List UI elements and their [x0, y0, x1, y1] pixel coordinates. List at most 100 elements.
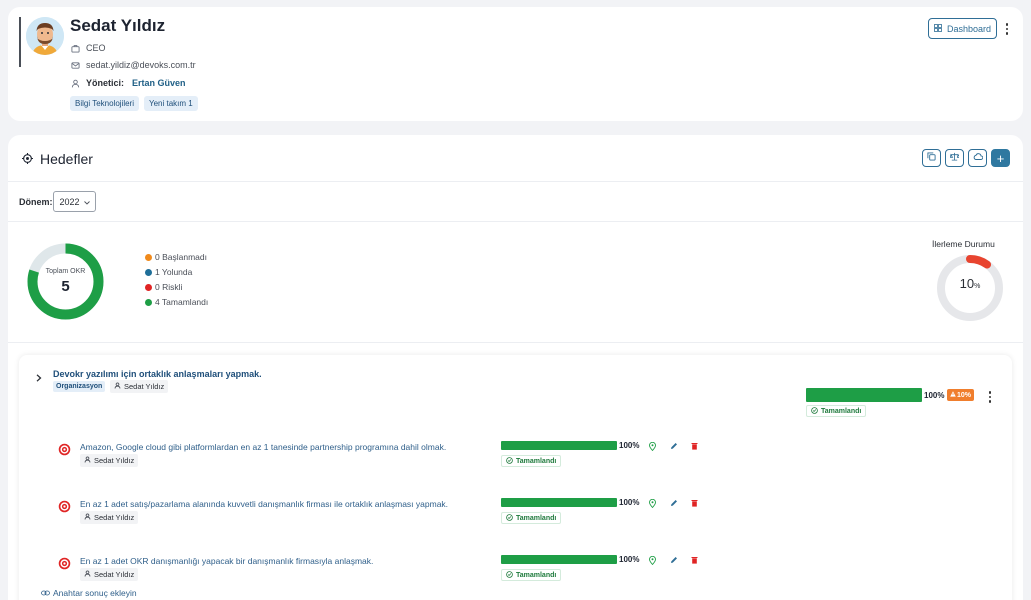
edit-icon[interactable]: [669, 555, 679, 565]
trash-icon[interactable]: [689, 498, 699, 508]
weight-button[interactable]: [945, 149, 964, 167]
legend-text: 4 Tamamlandı: [155, 297, 209, 307]
status-text: Tamamlandı: [821, 407, 862, 415]
user-icon: [114, 382, 121, 391]
user-icon: [84, 456, 91, 465]
team-tag[interactable]: Bilgi Teknolojileri: [70, 96, 139, 111]
target-icon: [22, 151, 33, 167]
grid-icon: [934, 23, 942, 34]
objective-progress-bar: [806, 388, 922, 402]
key-result-status-badge: Tamamlandı: [501, 512, 562, 524]
plus-label: +: [996, 150, 1005, 166]
key-result-status-badge: Tamamlandı: [501, 455, 562, 467]
legend-dot: [145, 253, 152, 261]
owner-name: Sedat Yıldız: [124, 382, 165, 391]
status-text: Tamamlandı: [516, 457, 557, 465]
key-result-title[interactable]: En az 1 adet satış/pazarlama alanında ku…: [80, 499, 448, 509]
location-icon[interactable]: [647, 498, 657, 508]
trash-icon[interactable]: [689, 441, 699, 451]
profile-name: Sedat Yıldız: [70, 16, 166, 35]
copy-button[interactable]: [922, 149, 941, 167]
donut-center: Toplam OKR 5: [27, 243, 104, 320]
key-result-progress-text: 100%: [619, 441, 640, 450]
check-circle-icon: [811, 406, 818, 416]
alert-icon: [950, 391, 956, 399]
gauge-value: 10%: [936, 276, 1004, 291]
objective-menu-icon[interactable]: [986, 391, 994, 403]
target-icon: [58, 500, 71, 513]
location-icon[interactable]: [647, 441, 657, 451]
status-text: Tamamlandı: [516, 571, 557, 579]
key-result-progress-bar: [501, 441, 617, 450]
profile-email[interactable]: sedat.yildiz@devoks.com.tr: [86, 60, 196, 70]
key-result-owner-chip: Sedat Yıldız: [80, 568, 139, 581]
manager-label: Yönetici:: [86, 78, 125, 88]
edit-icon[interactable]: [669, 498, 679, 508]
divider: [8, 221, 1023, 222]
period-value: 2022: [59, 196, 80, 207]
manager-name-link[interactable]: Ertan Güven: [132, 78, 186, 88]
team-tag[interactable]: Yeni takım 1: [144, 96, 198, 111]
owner-name: Sedat Yıldız: [94, 570, 135, 579]
target-icon: [58, 443, 71, 456]
dashboard-button[interactable]: Dashboard: [928, 18, 997, 39]
objective-owner-chip: Sedat Yıldız: [110, 380, 169, 393]
profile-menu-icon[interactable]: [1003, 23, 1011, 35]
link-icon: [41, 588, 50, 598]
legend-text: 0 Riskli: [155, 282, 183, 292]
key-result-title[interactable]: En az 1 adet OKR danışmanlığı yapacak bi…: [80, 556, 373, 566]
risk-value: 10%: [956, 391, 971, 399]
gauge-unit: %: [974, 283, 981, 290]
scale-icon: [949, 152, 961, 164]
legend-at-risk: 0 Riskli: [145, 282, 208, 292]
legend-dot: [145, 298, 152, 306]
legend-text: 0 Başlanmadı: [155, 252, 207, 262]
divider: [8, 342, 1023, 343]
total-okr-donut: Toplam OKR 5: [27, 243, 104, 320]
key-result-progress-fill: [501, 498, 617, 507]
check-circle-icon: [506, 513, 513, 523]
key-result-progress-bar: [501, 498, 617, 507]
total-okr-value: 5: [61, 278, 70, 295]
dashboard-label: Dashboard: [946, 23, 992, 34]
email-row: sedat.yildiz@devoks.com.tr: [70, 60, 196, 70]
key-result-owner-chip: Sedat Yıldız: [80, 511, 139, 524]
profile-card: Sedat Yıldız CEO sedat.yildiz@devoks.com…: [8, 7, 1023, 121]
user-icon: [70, 78, 80, 88]
status-legend: 0 Başlanmadı 1 Yolunda 0 Riskli 4 Tamaml…: [145, 252, 208, 307]
add-goal-button[interactable]: +: [991, 149, 1010, 167]
status-text: Tamamlandı: [516, 514, 557, 522]
objective-title[interactable]: Devokr yazılımı için ortaklık anlaşmalar…: [53, 369, 262, 379]
add-key-result-link[interactable]: Anahtar sonuç ekleyin: [41, 588, 137, 598]
chevron-right-icon[interactable]: [36, 373, 42, 385]
trash-icon[interactable]: [689, 555, 699, 565]
export-button[interactable]: [968, 149, 987, 167]
objective-progress-fill: [806, 388, 922, 402]
key-result-progress-bar: [501, 555, 617, 564]
key-result-progress-text: 100%: [619, 555, 640, 564]
avatar[interactable]: [26, 17, 64, 55]
goals-title: Hedefler: [40, 151, 93, 167]
legend-dot: [145, 283, 152, 291]
profile-role: CEO: [86, 43, 106, 53]
period-select[interactable]: 2022: [53, 191, 96, 212]
edit-icon[interactable]: [669, 441, 679, 451]
risk-badge: 10%: [947, 389, 974, 401]
profile-tags: Bilgi Teknolojileri Yeni takım 1: [70, 96, 198, 111]
legend-not-started: 0 Başlanmadı: [145, 252, 208, 262]
owner-name: Sedat Yıldız: [94, 456, 135, 465]
manager-row: Yönetici: Ertan Güven: [70, 78, 186, 88]
check-circle-icon: [506, 456, 513, 466]
key-result-title[interactable]: Amazon, Google cloud gibi platformlardan…: [80, 442, 446, 452]
legend-dot: [145, 268, 152, 276]
copy-icon: [927, 152, 936, 164]
total-okr-label: Toplam OKR: [45, 268, 86, 275]
objective-status-badge: Tamamlandı: [806, 405, 867, 417]
mail-icon: [70, 60, 80, 70]
target-icon: [58, 557, 71, 570]
key-result-progress-fill: [501, 555, 617, 564]
user-icon: [84, 513, 91, 522]
add-key-result-label: Anahtar sonuç ekleyin: [53, 588, 137, 598]
location-icon[interactable]: [647, 555, 657, 565]
legend-on-track: 1 Yolunda: [145, 267, 208, 277]
